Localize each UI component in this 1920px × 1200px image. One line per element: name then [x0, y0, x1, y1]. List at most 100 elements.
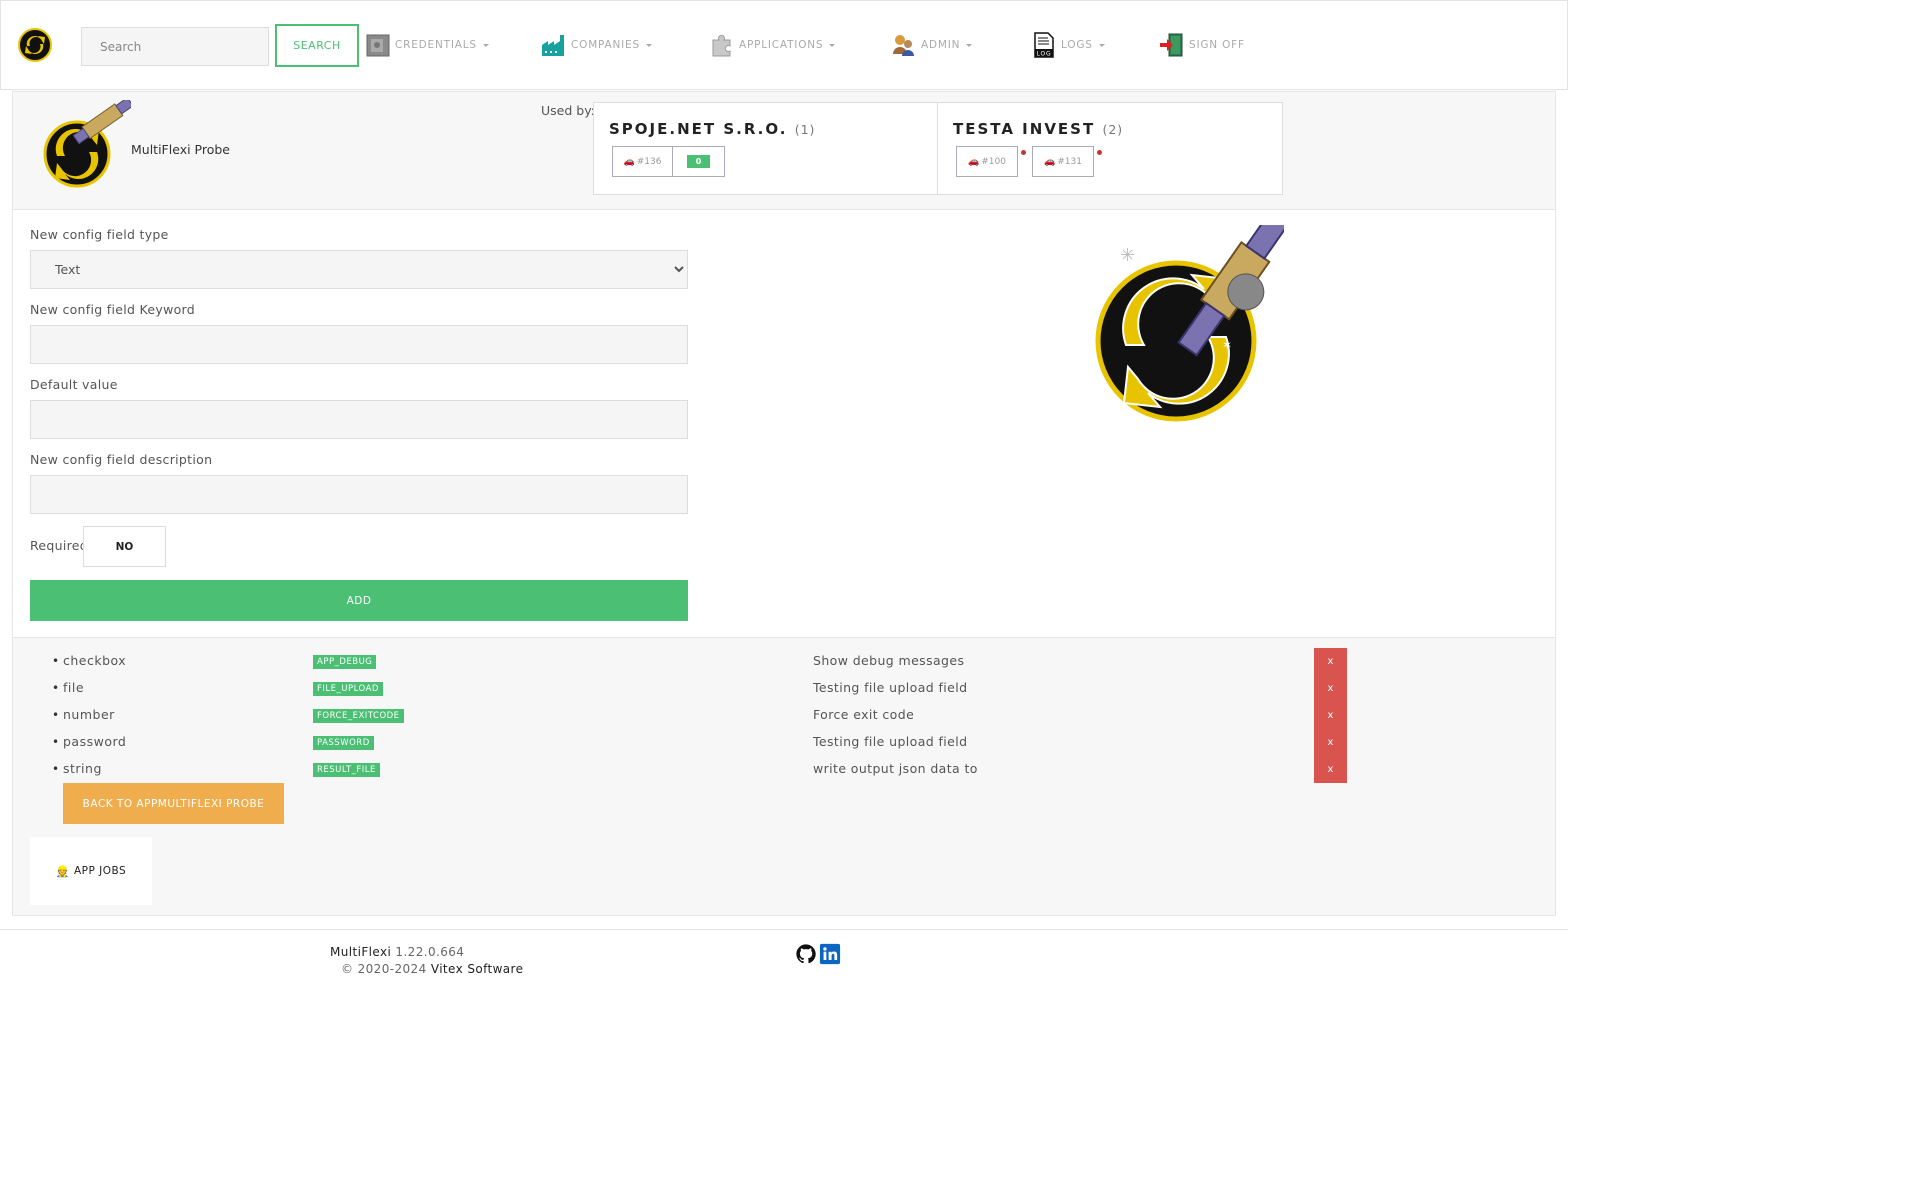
product-name[interactable]: MultiFlexi [330, 945, 391, 959]
svg-text:LOG: LOG [1037, 51, 1052, 58]
bullet-icon: • [52, 735, 60, 749]
company-title[interactable]: SPOJE.NET S.R.O. (1) [609, 120, 815, 138]
nav-applications[interactable]: APPLICATIONS [709, 31, 836, 59]
nav-companies[interactable]: COMPANIES [541, 31, 652, 59]
nav-admin-label: ADMIN [921, 39, 961, 51]
company-name[interactable]: SPOJE.NET S.R.O. [609, 120, 787, 138]
list-item: • string RESULT_FILE write output json d… [13, 756, 1557, 783]
success-count-chip: 0 [686, 155, 711, 168]
copyright-line: © 2020-2024 Vitex Software [341, 962, 523, 976]
job-badge[interactable]: 🚗 #100 [956, 146, 1018, 177]
nav-credentials[interactable]: CREDENTIALS [365, 31, 489, 59]
safe-icon [366, 34, 390, 57]
vendor-link[interactable]: Vitex Software [431, 962, 524, 976]
back-to-app-button[interactable]: BACK TO APPMULTIFLEXI PROBE [63, 783, 284, 824]
nav-logs[interactable]: LOG LOGS [1031, 31, 1105, 59]
keyword-input[interactable] [30, 325, 688, 364]
job-id: #136 [636, 156, 662, 167]
list-item: • file FILE_UPLOAD Testing file upload f… [13, 675, 1557, 702]
add-button[interactable]: ADD [30, 580, 688, 621]
search-input[interactable] [81, 27, 269, 66]
factory-icon [542, 35, 564, 56]
job-badge[interactable]: 🚗 #136 [612, 146, 673, 177]
delete-field-button[interactable]: x [1314, 729, 1347, 756]
field-keyword: APP_DEBUG [313, 655, 377, 669]
company-name[interactable]: TESTA INVEST [953, 120, 1095, 138]
app-jobs-link[interactable]: 👷 APP JOBS [30, 837, 152, 905]
company-card-testa: TESTA INVEST (2) 🚗 #100 🚗 #131 [937, 102, 1283, 195]
app-large-logo-icon: ✳ ✶ [1095, 225, 1284, 422]
field-keyword: RESULT_FILE [313, 763, 380, 777]
linkedin-icon[interactable] [819, 943, 841, 965]
search-button[interactable]: SEARCH [275, 24, 359, 67]
bullet-icon: • [52, 708, 60, 722]
required-toggle[interactable]: NO [83, 526, 166, 567]
field-keyword: PASSWORD [313, 736, 374, 750]
bullet-icon: • [52, 654, 60, 668]
field-type: number [63, 707, 115, 722]
car-icon: 🚗 [623, 156, 635, 167]
nav-sign-off[interactable]: SIGN OFF [1159, 31, 1245, 59]
bullet-icon: • [52, 681, 60, 695]
users-icon [893, 35, 914, 56]
nav-admin[interactable]: ADMIN [891, 31, 973, 59]
car-icon: 🚗 [968, 156, 980, 167]
company-count: (1) [794, 122, 816, 137]
field-description: Testing file upload field [813, 734, 968, 749]
company-title[interactable]: TESTA INVEST (2) [953, 120, 1123, 138]
car-icon: 🚗 [1044, 156, 1056, 167]
nav-credentials-label: CREDENTIALS [395, 39, 477, 51]
delete-field-button[interactable]: x [1314, 648, 1347, 675]
bullet-icon: • [52, 762, 60, 776]
field-keyword: FORCE_EXITCODE [313, 709, 404, 723]
version-number: 1.22.0.664 [395, 945, 465, 959]
field-type: checkbox [63, 653, 127, 668]
nav-logs-label: LOGS [1061, 39, 1093, 51]
delete-field-button[interactable]: x [1314, 756, 1347, 783]
description-input[interactable] [30, 475, 688, 514]
keyword-label: New config field Keyword [30, 302, 195, 317]
list-item: • number FORCE_EXITCODE Force exit code … [13, 702, 1557, 729]
field-keyword: FILE_UPLOAD [313, 682, 383, 696]
job-id: #131 [1057, 156, 1082, 167]
field-type: password [63, 734, 127, 749]
job-badge[interactable]: 🚗 #131 [1032, 146, 1094, 177]
copyright-years: © 2020-2024 [341, 962, 427, 976]
worker-icon: 👷 [55, 864, 70, 878]
default-value-input[interactable] [30, 400, 688, 439]
multiflexi-logo-icon[interactable] [17, 27, 53, 63]
default-value-label: Default value [30, 377, 118, 392]
app-name: MultiFlexi Probe [131, 142, 230, 157]
log-file-icon: LOG [1034, 32, 1054, 58]
list-item: • password PASSWORD Testing file upload … [13, 729, 1557, 756]
exit-door-icon [1160, 33, 1183, 57]
svg-text:✳: ✳ [1120, 245, 1135, 266]
required-label: Required [30, 538, 89, 553]
delete-field-button[interactable]: x [1314, 702, 1347, 729]
type-label: New config field type [30, 227, 169, 242]
delete-field-button[interactable]: x [1314, 675, 1347, 702]
nav-applications-label: APPLICATIONS [739, 39, 824, 51]
description-label: New config field description [30, 452, 213, 467]
job-id: #100 [981, 156, 1006, 167]
svg-text:✶: ✶ [1222, 338, 1232, 352]
puzzle-icon [712, 34, 731, 57]
field-type: file [63, 680, 85, 695]
job-status-badge[interactable]: 0 [672, 146, 725, 177]
github-icon[interactable] [795, 943, 817, 965]
field-type: string [63, 761, 102, 776]
failure-dot-icon [1021, 150, 1026, 155]
config-fields-list: • checkbox APP_DEBUG Show debug messages… [12, 638, 1556, 916]
used-by-label: Used by: [541, 103, 595, 118]
field-type-select[interactable]: Text [30, 250, 688, 289]
app-header-panel: MultiFlexi Probe Used by: SPOJE.NET S.R.… [12, 91, 1556, 210]
app-logo-icon [43, 100, 131, 188]
field-description: Force exit code [813, 707, 915, 722]
field-description: Testing file upload field [813, 680, 968, 695]
field-description: Show debug messages [813, 653, 965, 668]
nav-sign-off-label: SIGN OFF [1189, 39, 1245, 51]
navbar: SEARCH CREDENTIALS COMPANIES APPLICATION… [0, 0, 1568, 90]
version-line: MultiFlexi 1.22.0.664 [330, 945, 464, 959]
list-item: • checkbox APP_DEBUG Show debug messages… [13, 648, 1557, 675]
app-jobs-label: APP JOBS [73, 865, 127, 877]
